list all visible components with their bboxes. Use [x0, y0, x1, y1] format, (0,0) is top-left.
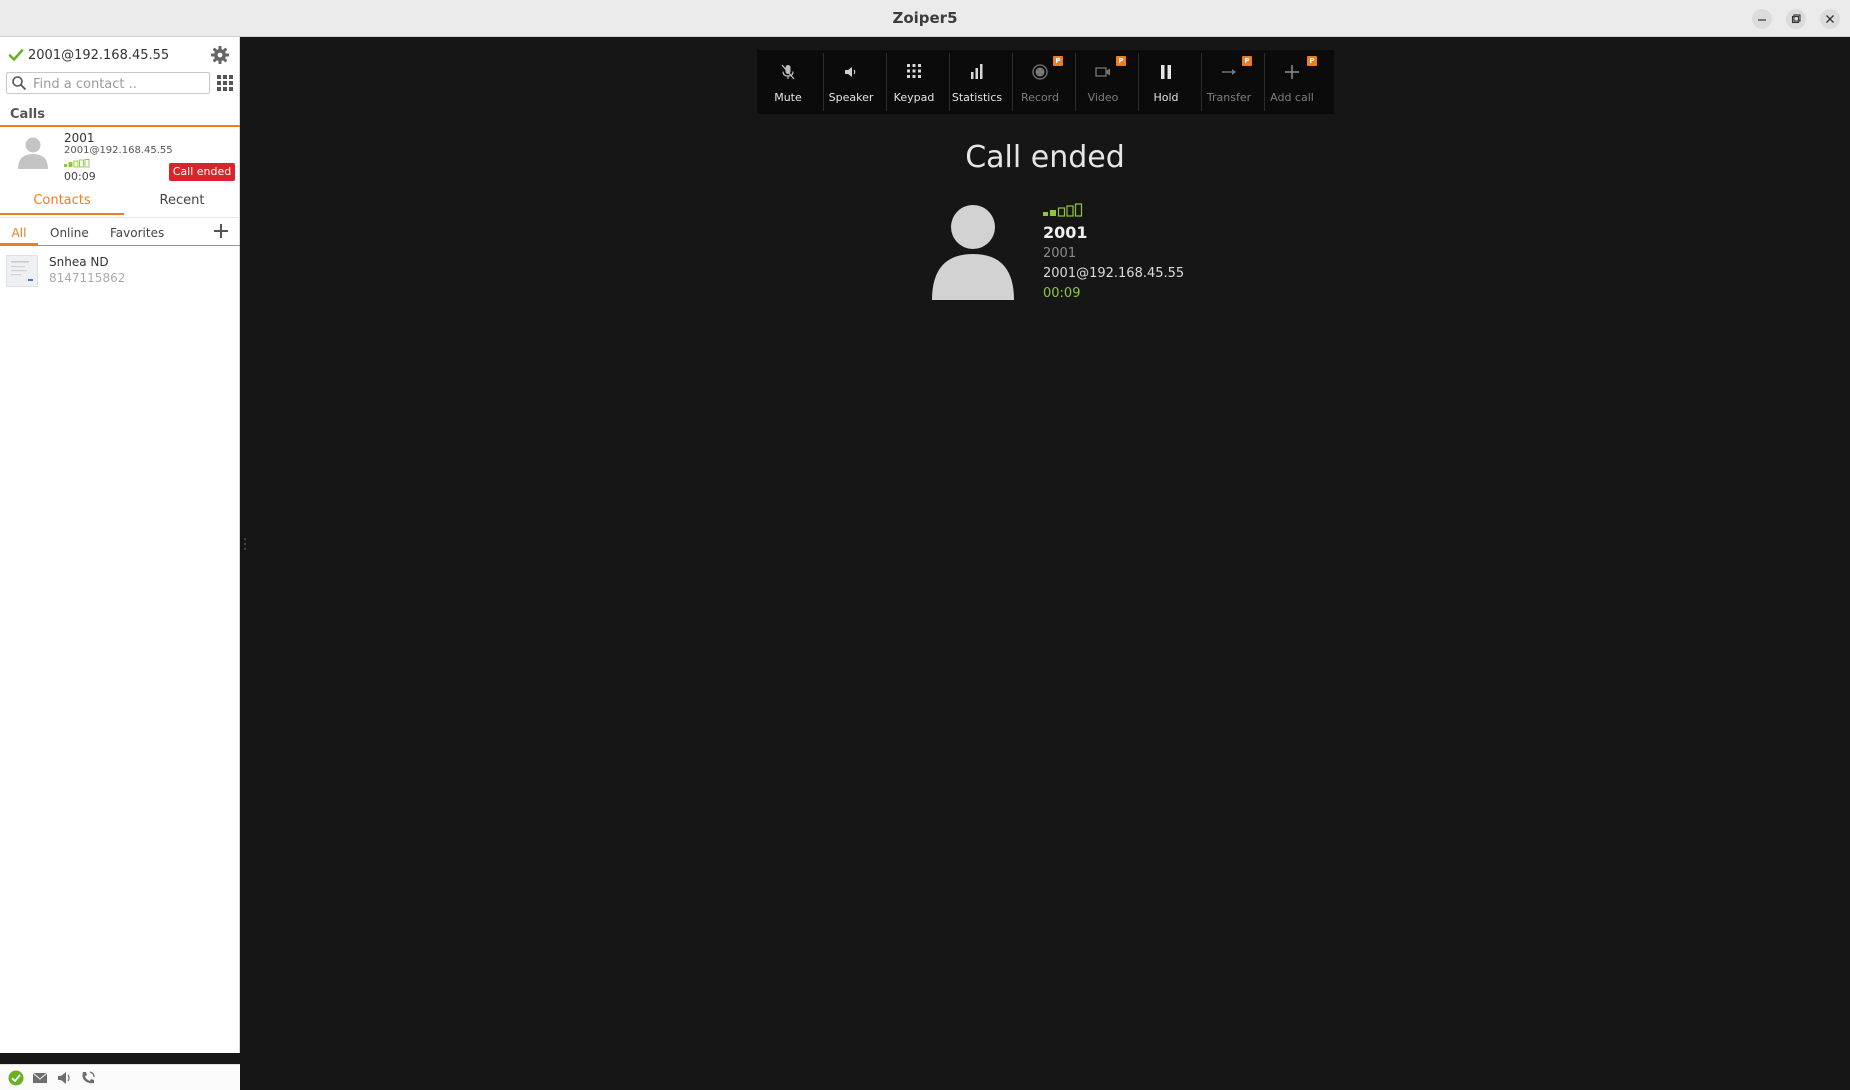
- gear-icon: [211, 46, 229, 64]
- close-icon: [1826, 15, 1834, 23]
- keypad-icon: [907, 64, 921, 78]
- record-button[interactable]: Record P: [1009, 50, 1071, 114]
- dialpad-button[interactable]: [216, 74, 234, 92]
- maximize-button[interactable]: [1786, 9, 1806, 29]
- filter-all[interactable]: All: [0, 223, 38, 245]
- contact-number: 8147115862: [49, 271, 126, 285]
- keypad-label: Keypad: [893, 91, 935, 104]
- hold-button[interactable]: Hold: [1135, 50, 1197, 114]
- mute-button[interactable]: Mute: [757, 50, 819, 114]
- add-contact-button[interactable]: [212, 222, 230, 240]
- avatar-icon: [932, 205, 1014, 300]
- video-camera-icon: [1095, 67, 1110, 77]
- sidebar: 2001@192.168.45.55 Cal: [0, 37, 240, 1090]
- plus-icon: [214, 224, 228, 238]
- keypad-button[interactable]: Keypad: [883, 50, 945, 114]
- transfer-label: Transfer: [1206, 91, 1252, 104]
- status-ok-icon[interactable]: [8, 1070, 24, 1086]
- pro-badge: P: [1242, 56, 1252, 66]
- phone-icon[interactable]: [80, 1070, 96, 1086]
- mute-label: Mute: [774, 91, 802, 104]
- statistics-label: Statistics: [951, 91, 1003, 104]
- signal-quality-icon: [1043, 203, 1083, 217]
- contact-name: Snhea ND: [49, 255, 109, 269]
- plus-icon: [1285, 65, 1299, 79]
- add-call-button[interactable]: Add call P: [1261, 50, 1323, 114]
- mic-muted-icon: [781, 64, 795, 80]
- search-icon: [12, 76, 27, 91]
- pro-badge: P: [1307, 56, 1317, 66]
- search-box: [6, 72, 210, 94]
- peer-name: 2001: [1043, 223, 1088, 242]
- peer-number: 2001: [1043, 246, 1077, 261]
- speaker-button[interactable]: Speaker: [820, 50, 882, 114]
- filter-divider: [0, 245, 240, 246]
- add-call-label: Add call: [1270, 91, 1314, 104]
- filter-favorites[interactable]: Favorites: [110, 223, 164, 243]
- video-button[interactable]: Video P: [1072, 50, 1134, 114]
- pro-badge: P: [1053, 56, 1063, 66]
- account-status[interactable]: 2001@192.168.45.55: [8, 45, 169, 65]
- record-icon: [1032, 64, 1048, 80]
- contact-card-icon: [11, 261, 33, 281]
- settings-button[interactable]: [210, 45, 230, 65]
- tab-contacts[interactable]: Contacts: [0, 189, 124, 215]
- title-bar: Zoiper5: [0, 0, 1850, 37]
- dialpad-grid-icon: [217, 75, 233, 91]
- account-address: 2001@192.168.45.55: [28, 47, 170, 63]
- envelope-icon[interactable]: [32, 1070, 48, 1086]
- calls-divider: [0, 125, 240, 127]
- search-input[interactable]: [31, 74, 207, 94]
- contact-filter-tabs: All Online Favorites: [0, 223, 240, 245]
- pro-badge: P: [1116, 56, 1126, 66]
- statistics-button[interactable]: Statistics: [946, 50, 1008, 114]
- pause-icon: [1161, 65, 1171, 79]
- call-duration: 00:09: [1043, 286, 1081, 301]
- contact-item[interactable]: Snhea ND 8147115862: [0, 251, 240, 291]
- minimize-icon: [1758, 19, 1766, 21]
- speaker-icon[interactable]: [56, 1070, 72, 1086]
- speaker-icon: [845, 67, 856, 77]
- minimize-button[interactable]: [1752, 9, 1772, 29]
- restore-icon: [1791, 14, 1801, 24]
- filter-online[interactable]: Online: [50, 223, 89, 243]
- main-tabs: Contacts Recent: [0, 189, 240, 215]
- tab-recent[interactable]: Recent: [124, 189, 240, 213]
- call-toolbar: Mute Speaker Keypad Statistics Record P …: [757, 50, 1334, 114]
- transfer-arrow-icon: [1222, 69, 1236, 75]
- transfer-button[interactable]: Transfer P: [1198, 50, 1260, 114]
- speaker-label: Speaker: [828, 91, 874, 104]
- video-label: Video: [1087, 91, 1119, 104]
- calls-heading: Calls: [10, 107, 45, 122]
- hold-label: Hold: [1153, 91, 1179, 104]
- panel-splitter-handle[interactable]: [244, 537, 246, 551]
- contact-thumbnail: [6, 255, 38, 287]
- check-icon: [8, 49, 24, 61]
- call-status-title: Call ended: [965, 140, 1125, 175]
- peer-address: 2001@192.168.45.55: [1043, 266, 1185, 281]
- bar-chart-icon: [971, 64, 983, 79]
- close-button[interactable]: [1820, 9, 1840, 29]
- status-bar: [0, 1064, 240, 1090]
- record-label: Record: [1020, 91, 1059, 104]
- window-title: Zoiper5: [892, 9, 958, 27]
- tabs-divider: [0, 217, 240, 218]
